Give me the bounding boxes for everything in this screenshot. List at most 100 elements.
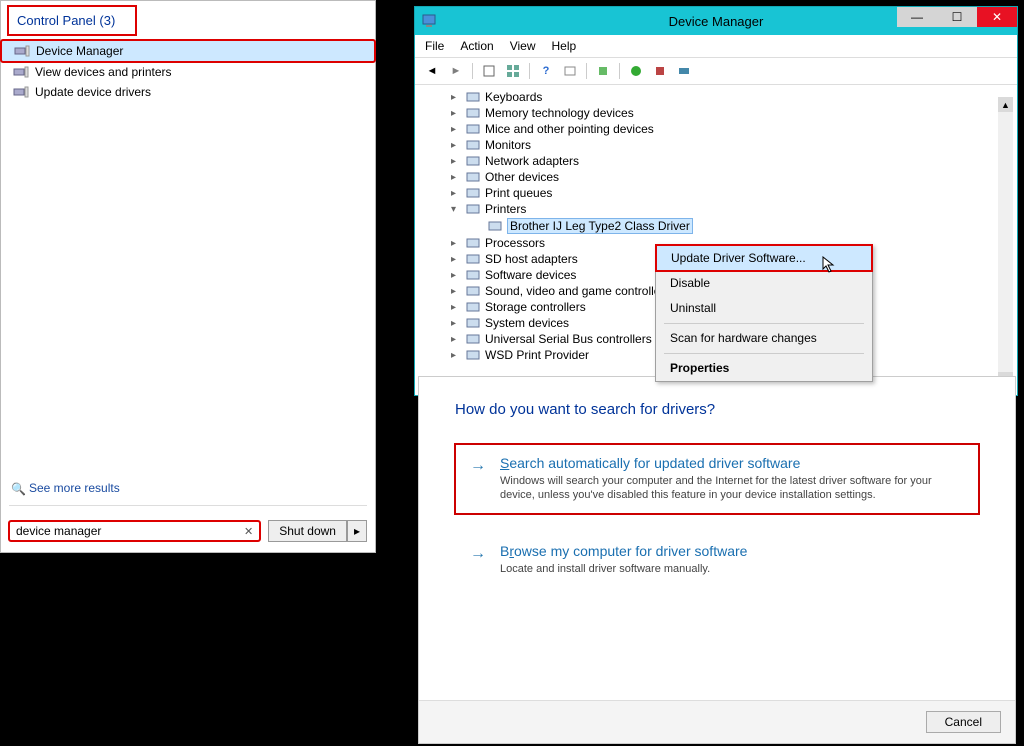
menu-file[interactable]: File xyxy=(425,39,444,53)
expand-arrow-icon[interactable]: ▸ xyxy=(451,140,461,151)
device-icon xyxy=(466,91,480,103)
device-icon xyxy=(466,171,480,183)
cancel-button[interactable]: Cancel xyxy=(926,711,1001,733)
close-button[interactable]: ✕ xyxy=(977,7,1017,27)
expand-arrow-icon[interactable]: ▸ xyxy=(451,92,461,103)
tree-node-label: Software devices xyxy=(485,268,576,282)
scroll-up-button[interactable]: ▲ xyxy=(998,97,1013,112)
tree-node-label: Mice and other pointing devices xyxy=(485,122,654,136)
tree-node-label: Sound, video and game controllers xyxy=(485,284,670,298)
device-icon xyxy=(13,85,29,99)
tree-node[interactable]: ▸ Keyboards xyxy=(421,89,1017,105)
tree-node-label: Other devices xyxy=(485,170,559,184)
menubar: File Action View Help xyxy=(415,35,1017,58)
wizard-option[interactable]: →Search automatically for updated driver… xyxy=(455,444,979,514)
tree-node[interactable]: ▸ Print queues xyxy=(421,185,1017,201)
expand-arrow-icon[interactable]: ▸ xyxy=(451,318,461,329)
context-menu-separator xyxy=(664,353,864,354)
control-panel-header: Control Panel (3) xyxy=(7,5,137,36)
wizard-option-title: Search automatically for updated driver … xyxy=(500,455,968,471)
shutdown-dropdown-button[interactable]: ▸ xyxy=(347,520,367,542)
context-menu-item[interactable]: Disable xyxy=(656,271,872,296)
vertical-scrollbar[interactable]: ▲ ▼ xyxy=(998,97,1013,387)
tree-node-label: Keyboards xyxy=(485,90,542,104)
device-icon xyxy=(466,349,480,361)
expand-arrow-icon[interactable]: ▸ xyxy=(451,350,461,361)
device-icon xyxy=(466,139,480,151)
context-menu-item[interactable]: Properties xyxy=(656,356,872,381)
expand-arrow-icon[interactable]: ▸ xyxy=(451,156,461,167)
see-more-label: See more results xyxy=(29,481,120,495)
start-menu-item[interactable]: View devices and printers xyxy=(1,62,375,82)
menu-view[interactable]: View xyxy=(510,39,536,53)
search-icon: 🔍 xyxy=(11,482,26,496)
context-menu-item[interactable]: Uninstall xyxy=(656,296,872,321)
tree-node-label: WSD Print Provider xyxy=(485,348,589,362)
help-button[interactable]: ? xyxy=(535,61,557,81)
tree-node[interactable]: ▸ Memory technology devices xyxy=(421,105,1017,121)
device-icon xyxy=(466,333,480,345)
tree-node-label: Network adapters xyxy=(485,154,579,168)
expand-arrow-icon[interactable]: ▸ xyxy=(451,172,461,183)
device-icon xyxy=(466,155,480,167)
show-hidden-button[interactable] xyxy=(478,61,500,81)
start-menu-item-label: Device Manager xyxy=(36,44,123,58)
update-driver-wizard: How do you want to search for drivers? →… xyxy=(418,376,1016,744)
expand-arrow-icon[interactable]: ▸ xyxy=(451,270,461,281)
tree-node-label: Print queues xyxy=(485,186,552,200)
start-menu-item[interactable]: Device Manager xyxy=(1,40,375,62)
device-icon xyxy=(466,107,480,119)
device-icon xyxy=(466,285,480,297)
clear-search-icon[interactable]: ✕ xyxy=(244,525,253,538)
search-input[interactable] xyxy=(16,524,244,538)
shutdown-button[interactable]: Shut down xyxy=(268,520,347,542)
menu-help[interactable]: Help xyxy=(552,39,577,53)
arrow-right-icon: → xyxy=(470,545,486,563)
back-button[interactable]: ◄ xyxy=(421,61,443,81)
tree-node-label: Memory technology devices xyxy=(485,106,634,120)
forward-button[interactable]: ► xyxy=(445,61,467,81)
device-icon xyxy=(466,237,480,249)
device-icon xyxy=(13,65,29,79)
expand-arrow-icon[interactable]: ▸ xyxy=(451,188,461,199)
titlebar[interactable]: Device Manager — ☐ ✕ xyxy=(415,7,1017,35)
expand-arrow-icon[interactable]: ▸ xyxy=(451,302,461,313)
properties-button[interactable] xyxy=(502,61,524,81)
context-menu: Update Driver Software...DisableUninstal… xyxy=(655,244,873,382)
expand-arrow-icon[interactable]: ▸ xyxy=(451,286,461,297)
search-input-container[interactable]: ✕ xyxy=(9,521,260,541)
start-menu-item[interactable]: Update device drivers xyxy=(1,82,375,102)
tree-node[interactable]: ▸ Other devices xyxy=(421,169,1017,185)
expand-arrow-icon[interactable]: ▸ xyxy=(451,238,461,249)
tree-node-label: Brother IJ Leg Type2 Class Driver xyxy=(507,218,693,234)
shutdown-split-button[interactable]: Shut down ▸ xyxy=(268,520,367,542)
expand-arrow-icon[interactable]: ▸ xyxy=(451,334,461,345)
tree-node[interactable]: Brother IJ Leg Type2 Class Driver xyxy=(421,217,1017,235)
wizard-option[interactable]: →Browse my computer for driver softwareL… xyxy=(455,532,979,587)
device-icon xyxy=(466,269,480,281)
context-menu-item[interactable]: Update Driver Software... xyxy=(656,245,872,271)
uninstall-button[interactable] xyxy=(649,61,671,81)
scan-button[interactable] xyxy=(559,61,581,81)
scan-hardware-button[interactable] xyxy=(673,61,695,81)
device-icon xyxy=(488,220,502,232)
minimize-button[interactable]: — xyxy=(897,7,937,27)
expand-arrow-icon[interactable]: ▸ xyxy=(451,108,461,119)
update-driver-button[interactable] xyxy=(592,61,614,81)
device-icon xyxy=(466,203,480,215)
maximize-button[interactable]: ☐ xyxy=(937,7,977,27)
expand-arrow-icon[interactable]: ▸ xyxy=(451,254,461,265)
expand-arrow-icon[interactable]: ▸ xyxy=(451,124,461,135)
enable-button[interactable] xyxy=(625,61,647,81)
see-more-results-link[interactable]: 🔍 See more results xyxy=(1,473,375,503)
wizard-option-title: Browse my computer for driver software xyxy=(500,543,968,559)
device-icon xyxy=(466,123,480,135)
menu-action[interactable]: Action xyxy=(460,39,493,53)
tree-node[interactable]: ▸ Network adapters xyxy=(421,153,1017,169)
tree-node[interactable]: ▸Monitors xyxy=(421,137,1017,153)
expand-arrow-icon[interactable]: ▾ xyxy=(451,204,461,215)
tree-node[interactable]: ▸ Mice and other pointing devices xyxy=(421,121,1017,137)
device-icon xyxy=(466,253,480,265)
tree-node[interactable]: ▾Printers xyxy=(421,201,1017,217)
context-menu-item[interactable]: Scan for hardware changes xyxy=(656,326,872,351)
